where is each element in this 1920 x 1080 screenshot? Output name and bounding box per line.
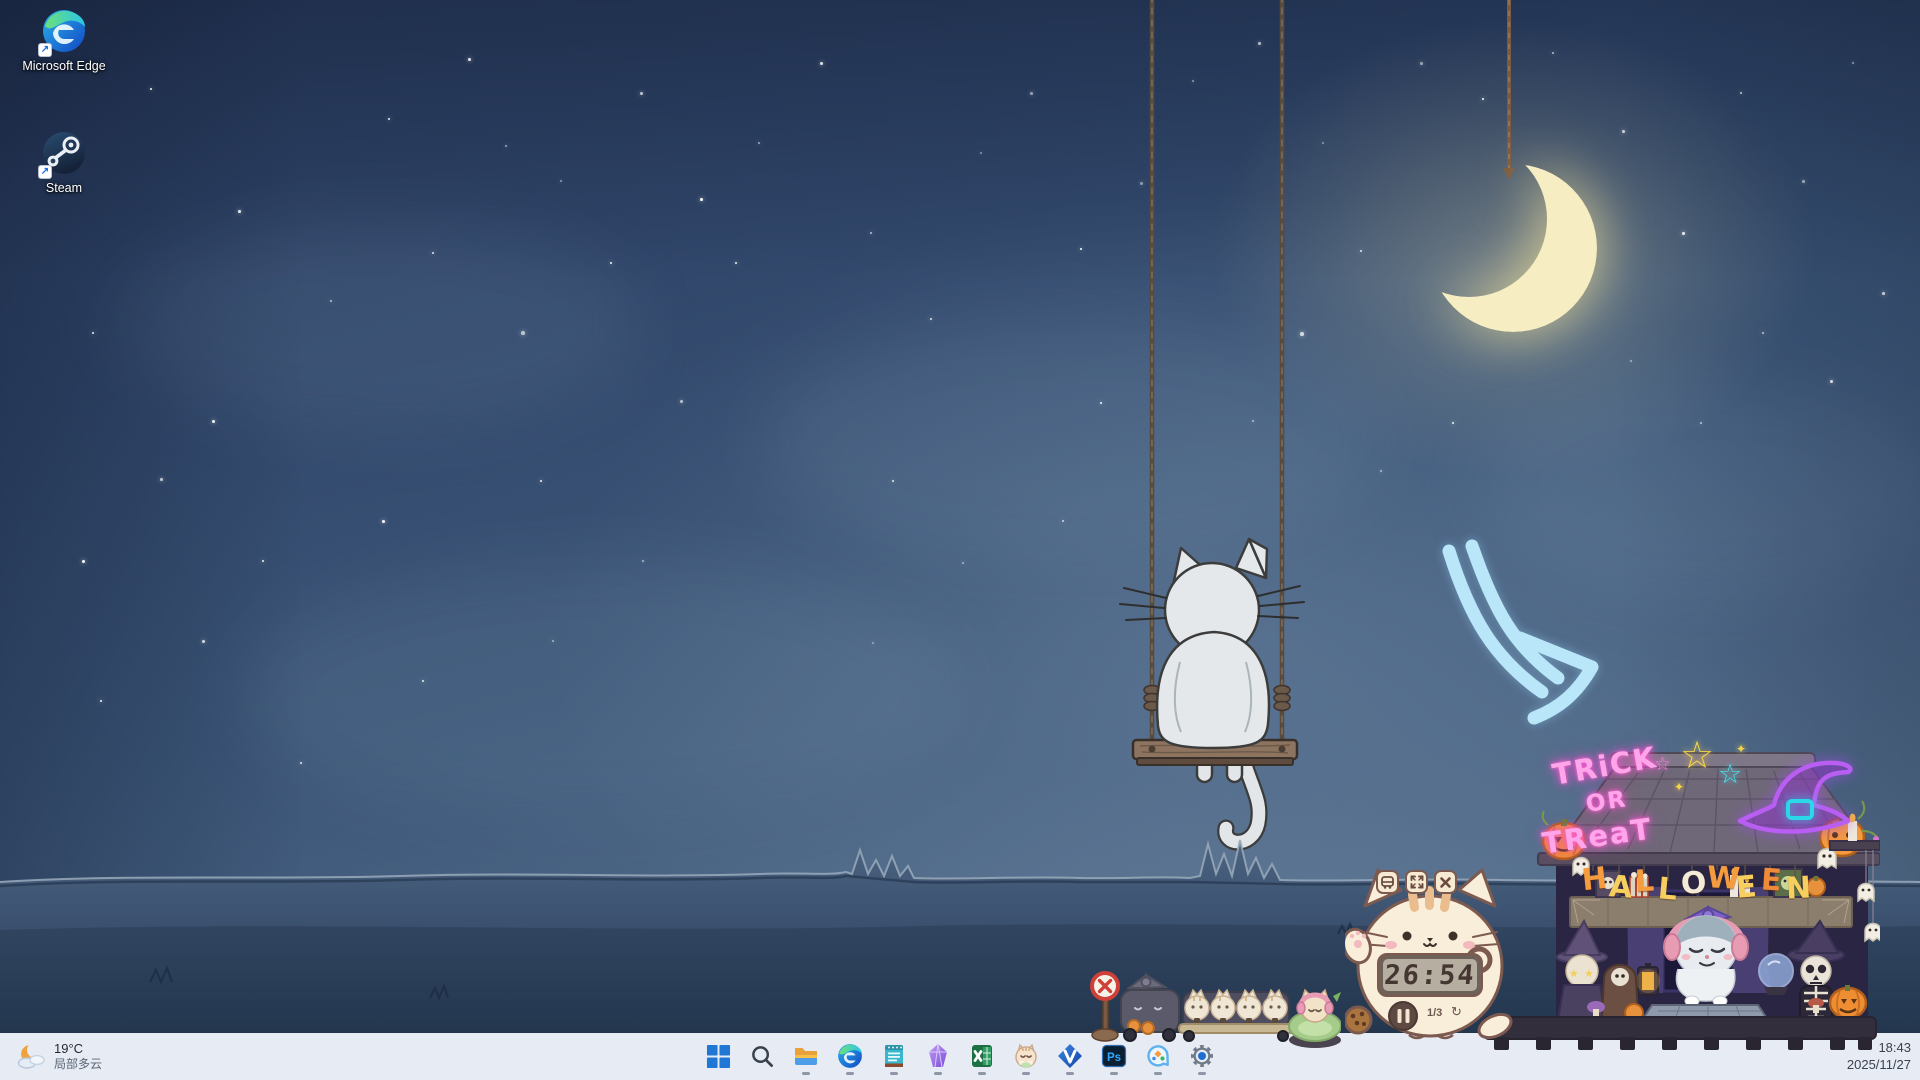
cat-pet-icon	[1013, 1043, 1039, 1069]
pomodoro-cat-widget[interactable]: 26:54 1/3 ↻	[1345, 858, 1515, 1044]
windows-start-icon	[706, 1044, 731, 1069]
star-icon: ☆	[1718, 761, 1742, 788]
taskbar-file-explorer[interactable]	[786, 1036, 826, 1076]
bench-cats-icon	[1179, 990, 1295, 1041]
taskbar-search-button[interactable]	[742, 1036, 782, 1076]
cat-body	[1157, 632, 1269, 748]
svg-text:★: ★	[1569, 968, 1579, 980]
banner-letter: A	[1608, 872, 1633, 904]
stop-sign-icon	[1092, 973, 1118, 1041]
banner-letter: H	[1581, 864, 1609, 896]
taskbar-start-button[interactable]	[698, 1036, 738, 1076]
desktop-icon-label: Steam	[14, 181, 114, 196]
desktop-icon-steam[interactable]: ↗ Steam	[14, 130, 114, 196]
banner-letter: E	[1735, 872, 1758, 904]
cat-tail	[1226, 738, 1259, 842]
svg-text:Ps: Ps	[1107, 1052, 1121, 1064]
moon-clouds-icon	[16, 1042, 46, 1072]
desktop-icon-label: Microsoft Edge	[14, 59, 114, 74]
star-icon: ☆	[1654, 755, 1671, 774]
excel-icon	[969, 1043, 995, 1069]
train-mode-button[interactable]	[1376, 870, 1399, 894]
search-icon	[750, 1044, 775, 1069]
desktop-icon-edge[interactable]: ↗ Microsoft Edge	[14, 8, 114, 74]
taskbar-excel[interactable]	[962, 1036, 1002, 1076]
star-icon: ✦	[1736, 743, 1746, 755]
crystal-icon	[925, 1043, 951, 1069]
banner-letter: E	[1760, 865, 1783, 896]
taskbar-crystal-app[interactable]	[918, 1036, 958, 1076]
refresh-icon[interactable]: ↻	[1451, 1004, 1462, 1020]
train-cat-icon	[1121, 975, 1179, 1041]
taskbar-notepad[interactable]	[874, 1036, 914, 1076]
cat-ears	[1172, 539, 1267, 590]
lantern-icon	[1636, 963, 1660, 995]
train-icon	[1380, 875, 1395, 890]
star-icon: ☆	[1680, 737, 1714, 775]
arrow-doodle	[1449, 546, 1592, 718]
taskbar-cat-pet-app[interactable]	[1006, 1036, 1046, 1076]
notepad-icon	[881, 1043, 907, 1069]
cat-head	[1165, 563, 1259, 657]
edge-icon	[837, 1043, 863, 1069]
tray-date: 2025/11/27	[1847, 1056, 1911, 1073]
cat-whiskers	[1120, 586, 1304, 620]
taskbar-weather-widget[interactable]: 19°C 局部多云	[10, 1037, 108, 1076]
sleeping-cat-icon	[1289, 990, 1341, 1048]
svg-text:★: ★	[1584, 968, 1594, 980]
swing-ropes	[1144, 0, 1290, 752]
shortcut-arrow-icon: ↗	[38, 165, 52, 179]
expand-icon	[1410, 875, 1424, 889]
close-button[interactable]	[1434, 870, 1457, 894]
halloween-pet-widget[interactable]: ★★	[1478, 745, 1880, 1055]
weather-temperature: 19°C	[54, 1041, 102, 1057]
crescent-moon	[1429, 164, 1597, 332]
swing-seat	[1133, 740, 1297, 765]
banner-letter: L	[1657, 874, 1679, 906]
expand-button[interactable]	[1405, 870, 1428, 894]
shortcut-arrow-icon: ↗	[38, 43, 52, 57]
taskbar-visio[interactable]	[1050, 1036, 1090, 1076]
banner-letter: N	[1785, 873, 1812, 904]
cat-train-widget[interactable]	[1085, 970, 1341, 1050]
banner-letter: O	[1680, 868, 1708, 900]
star-icon: ✦	[1674, 781, 1684, 793]
cat-train-scene	[1085, 970, 1341, 1050]
cat-legs	[1197, 732, 1242, 782]
moon-rope	[1503, 0, 1515, 180]
cycle-counter: 1/3	[1427, 1007, 1442, 1019]
weather-condition: 局部多云	[54, 1057, 102, 1072]
desktop: ↗ Microsoft Edge ↗ Steam	[0, 0, 1920, 1080]
banner-letter: L	[1634, 867, 1655, 898]
close-icon	[1439, 876, 1452, 889]
file-explorer-icon	[793, 1043, 819, 1069]
timer-display: 26:54	[1382, 959, 1479, 991]
visio-icon	[1057, 1043, 1083, 1069]
taskbar-edge[interactable]	[830, 1036, 870, 1076]
